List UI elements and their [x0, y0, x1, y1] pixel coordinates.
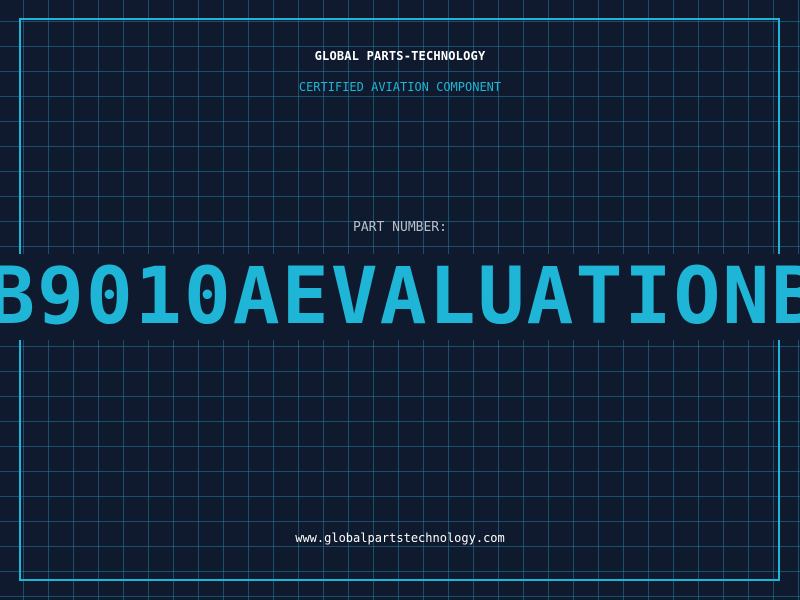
brand-name: GLOBAL PARTS-TECHNOLOGY	[314, 49, 486, 63]
part-number-band: B9010AEVALUATIONBO	[0, 254, 800, 340]
website-link[interactable]: www.globalpartstechnology.com	[0, 531, 800, 545]
part-label-page: GLOBAL PARTS-TECHNOLOGY CERTIFIED AVIATI…	[0, 0, 800, 600]
part-number-label: PART NUMBER:	[353, 220, 447, 235]
tagline: CERTIFIED AVIATION COMPONENT	[298, 80, 502, 94]
part-number-value: B9010AEVALUATIONBO	[0, 254, 800, 340]
